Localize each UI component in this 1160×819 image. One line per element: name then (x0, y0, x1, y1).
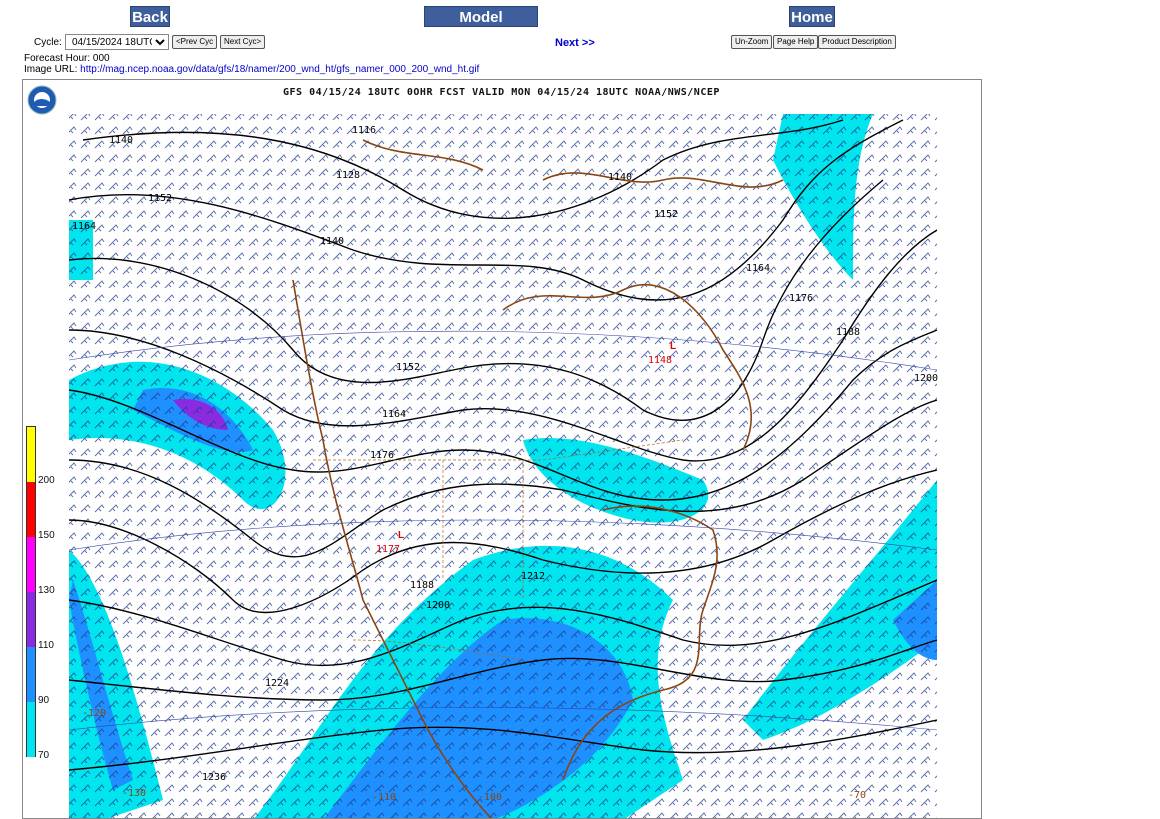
contour-label: 1176 (370, 450, 395, 461)
contour-label: 1224 (265, 678, 290, 689)
contour-label: 1140 (608, 172, 633, 183)
contour-label: 1152 (148, 193, 173, 204)
longitude-label: -130 (122, 788, 147, 799)
contour-label: 1128 (336, 170, 361, 181)
low-marker: L (670, 341, 677, 352)
contour-label: 1116 (352, 125, 377, 136)
colorbar-segment (26, 592, 36, 647)
longitude-label: -100 (478, 792, 503, 803)
wind-speed-colorbar (26, 426, 36, 806)
unzoom-button[interactable]: Un-Zoom (731, 35, 773, 49)
colorbar-label: 130 (38, 585, 55, 596)
contour-label: 1140 (109, 135, 134, 146)
image-url-link[interactable]: http://mag.ncep.noaa.gov/data/gfs/18/nam… (80, 64, 479, 75)
colorbar-segment (26, 702, 36, 757)
contour-label: 1152 (396, 362, 421, 373)
low-marker: L (398, 530, 405, 541)
colorbar-label: 150 (38, 530, 55, 541)
model-guidance-button[interactable]: Model Guidance (424, 6, 538, 47)
noaa-logo (27, 85, 57, 115)
cycle-select[interactable]: 04/15/2024 18UTC (65, 34, 169, 50)
colorbar-segment (26, 426, 36, 482)
contour-label: 1236 (202, 772, 227, 783)
low-value: 1148 (648, 355, 673, 366)
longitude-label: -110 (372, 792, 397, 803)
contour-label: 1164 (72, 221, 97, 232)
weather-map[interactable] (22, 79, 982, 819)
colorbar-segment (26, 537, 36, 592)
image-url-label: Image URL: (24, 64, 78, 75)
contour-label: 1152 (654, 209, 679, 220)
contour-label: 1212 (521, 571, 546, 582)
colorbar-label: 70 (38, 750, 50, 761)
map-graphic (27, 85, 937, 818)
product-description-button[interactable]: Product Description (818, 35, 896, 49)
contour-label: 1140 (320, 236, 345, 247)
longitude-label: -70 (848, 790, 867, 801)
next-cycle-button[interactable]: Next Cyc> (220, 35, 266, 49)
back-button[interactable]: Back (130, 6, 170, 27)
colorbar-label: 90 (38, 695, 50, 706)
colorbar-label: 110 (38, 640, 54, 651)
contour-label: 1188 (836, 327, 861, 338)
contour-label: 1164 (382, 409, 407, 420)
contour-label: 1164 (746, 263, 771, 274)
longitude-label: -120 (82, 708, 107, 719)
colorbar-segment (26, 482, 36, 537)
next-link[interactable]: Next >> (555, 37, 595, 49)
contour-label: 1176 (789, 293, 814, 304)
home-button[interactable]: Home (789, 6, 835, 27)
contour-label: 1200 (914, 373, 939, 384)
prev-cycle-button[interactable]: <Prev Cyc (172, 35, 218, 49)
page-help-button[interactable]: Page Help (773, 35, 819, 49)
forecast-hour: Forecast Hour: 000 (24, 53, 110, 64)
map-title: GFS 04/15/24 18UTC 0OHR FCST VALID MON 0… (283, 87, 720, 98)
image-url-row: Image URL: http://mag.ncep.noaa.gov/data… (24, 64, 479, 75)
contour-label: 1188 (410, 580, 435, 591)
colorbar-segment (26, 647, 36, 702)
cycle-label: Cycle: (34, 37, 62, 48)
colorbar-label: 200 (38, 475, 55, 486)
low-value: 1177 (376, 544, 401, 555)
contour-label: 1200 (426, 600, 451, 611)
